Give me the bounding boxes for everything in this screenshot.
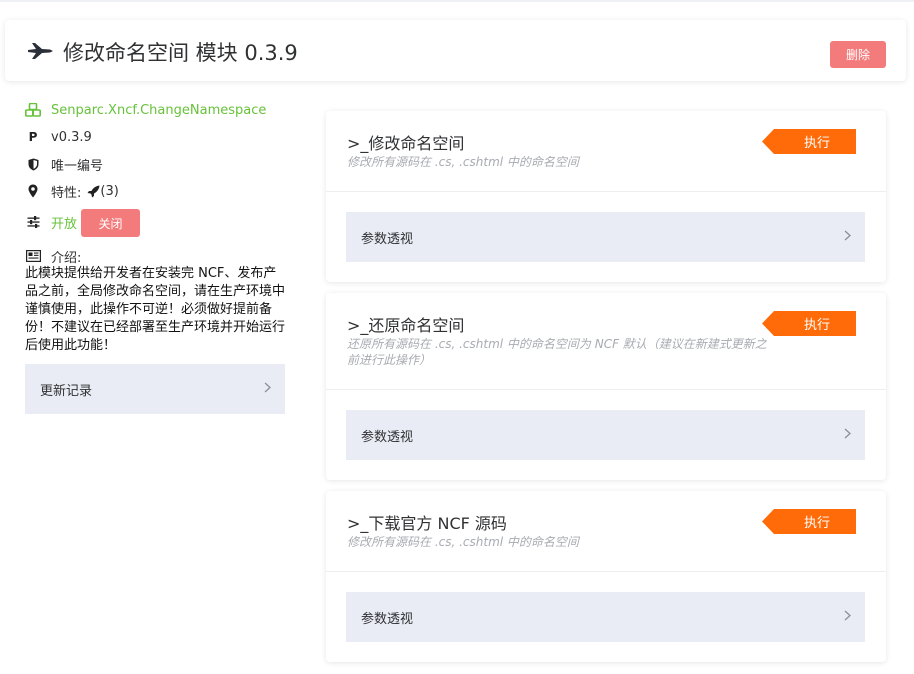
chevron-right-icon — [264, 381, 271, 397]
changelog-panel[interactable]: 更新记录 — [25, 364, 285, 414]
parameter-panel[interactable]: 参数透视 — [346, 212, 865, 262]
module-header: 修改命名空间 模块 0.3.9 删除 — [5, 20, 906, 81]
map-pin-icon — [25, 183, 41, 199]
changelog-label: 更新记录 — [40, 383, 93, 399]
shield-icon — [25, 156, 41, 172]
close-module-button[interactable]: 关闭 — [81, 209, 140, 237]
parameter-label: 参数透视 — [361, 231, 414, 247]
function-title: >_修改命名空间 — [347, 134, 465, 153]
features-label: 特性: — [51, 185, 82, 201]
intro-text: 此模块提供给开发者在安装完 NCF、发布产品之前，全局修改命名空间，请在生产环境… — [25, 266, 286, 353]
top-border — [0, 0, 914, 2]
newspaper-icon — [25, 248, 41, 264]
execute-button[interactable]: 执行 — [762, 311, 856, 336]
package-row: Senparc.Xncf.ChangeNamespace — [25, 101, 266, 119]
divider — [326, 389, 886, 390]
uid-row: 唯一编号 — [25, 155, 104, 174]
features-count: (3) — [100, 183, 119, 199]
function-title: >_还原命名空间 — [347, 316, 465, 335]
package-name: Senparc.Xncf.ChangeNamespace — [51, 102, 267, 118]
version-text: v0.3.9 — [51, 129, 92, 145]
rocket-icon — [87, 185, 100, 198]
status-row: 开放 — [25, 213, 78, 232]
parameter-panel[interactable]: 参数透视 — [346, 410, 865, 460]
page-title: 修改命名空间 模块 0.3.9 — [63, 41, 298, 65]
divider — [326, 571, 886, 572]
function-description: 还原所有源码在 .cs, .cshtml 中的命名空间为 NCF 默认（建议在新… — [347, 337, 767, 367]
execute-button[interactable]: 执行 — [762, 129, 856, 154]
delete-button[interactable]: 删除 — [830, 41, 886, 68]
chevron-right-icon — [844, 609, 851, 625]
function-title: >_下载官方 NCF 源码 — [347, 514, 507, 533]
cubes-icon — [25, 102, 41, 118]
parameter-label: 参数透视 — [361, 611, 414, 627]
fighter-jet-icon — [26, 42, 54, 60]
function-description: 修改所有源码在 .cs, .cshtml 中的命名空间 — [347, 155, 579, 169]
execute-button[interactable]: 执行 — [762, 509, 856, 534]
intro-label: 介绍: — [51, 250, 82, 266]
status-open-label: 开放 — [51, 216, 78, 232]
function-description: 修改所有源码在 .cs, .cshtml 中的命名空间 — [347, 535, 579, 549]
function-card: >_还原命名空间 还原所有源码在 .cs, .cshtml 中的命名空间为 NC… — [326, 293, 886, 480]
features-row: 特性: (3) — [25, 182, 119, 201]
version-row: P v0.3.9 — [25, 128, 92, 146]
product-hunt-icon: P — [28, 130, 38, 144]
function-card: >_下载官方 NCF 源码 修改所有源码在 .cs, .cshtml 中的命名空… — [326, 491, 886, 662]
parameter-label: 参数透视 — [361, 429, 414, 445]
function-card: >_修改命名空间 修改所有源码在 .cs, .cshtml 中的命名空间 执行 … — [326, 111, 886, 282]
chevron-right-icon — [844, 229, 851, 245]
sliders-icon — [25, 214, 41, 230]
chevron-right-icon — [844, 427, 851, 443]
uid-label: 唯一编号 — [51, 158, 104, 174]
divider — [326, 191, 886, 192]
parameter-panel[interactable]: 参数透视 — [346, 592, 865, 642]
intro-row: 介绍: — [25, 247, 82, 266]
